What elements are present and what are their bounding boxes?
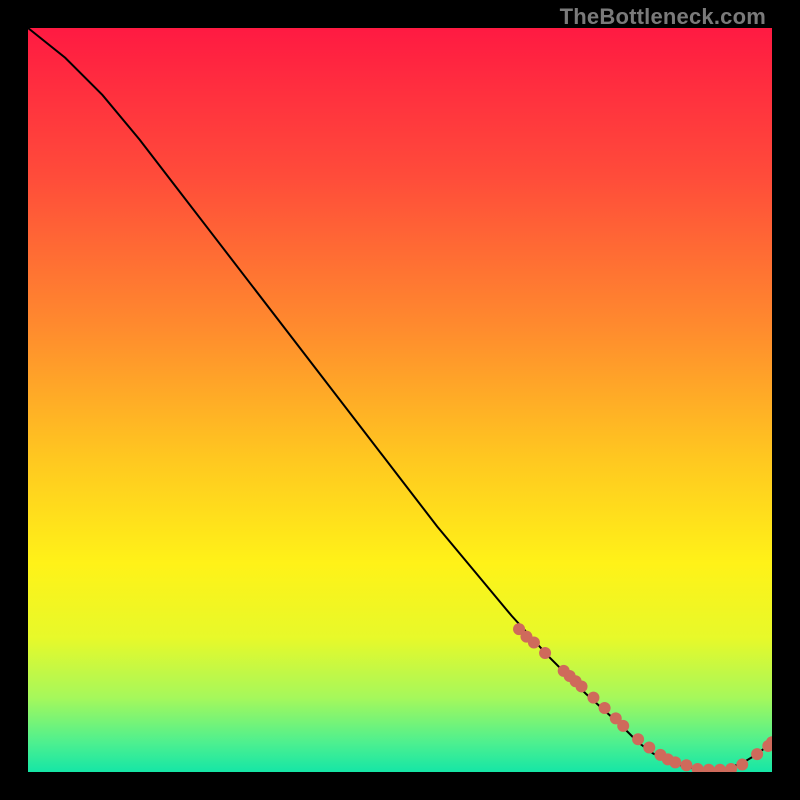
marker-dot [643, 741, 655, 753]
marker-dot [528, 637, 540, 649]
marker-dot [680, 759, 692, 771]
marker-dot [539, 647, 551, 659]
watermark-text: TheBottleneck.com [560, 4, 766, 30]
marker-dot [751, 748, 763, 760]
plot-area [28, 28, 772, 772]
chart-svg [28, 28, 772, 772]
marker-dot [587, 692, 599, 704]
marker-dot [599, 702, 611, 714]
marker-dot [669, 756, 681, 768]
marker-dot [736, 759, 748, 771]
marker-dot [617, 720, 629, 732]
marker-dot [576, 680, 588, 692]
chart-stage: TheBottleneck.com [0, 0, 800, 800]
marker-dot [632, 733, 644, 745]
